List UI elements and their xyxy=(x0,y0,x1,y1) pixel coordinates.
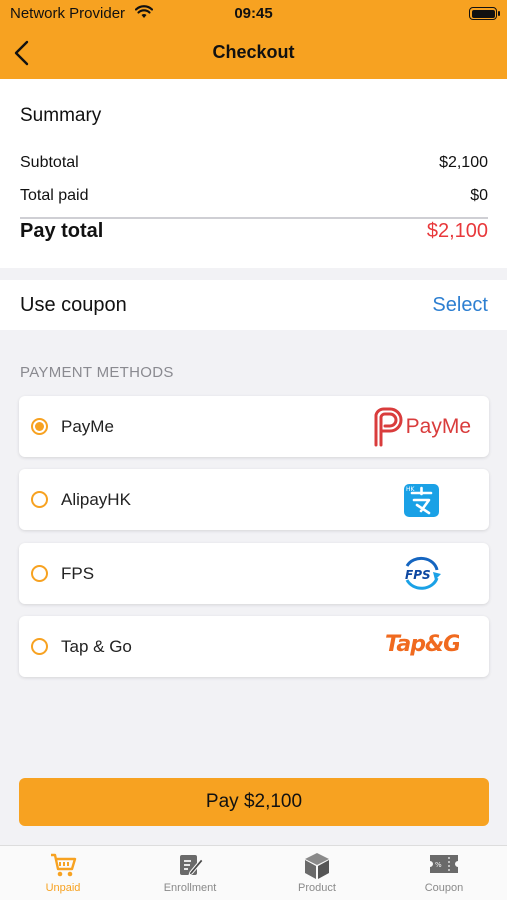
coupon-label: Use coupon xyxy=(20,294,127,316)
summary-card: Summary Subtotal $2,100 Total paid $0 Pa… xyxy=(0,79,507,268)
payment-method-label: Tap & Go xyxy=(61,637,132,656)
tab-label: Enrollment xyxy=(163,882,217,894)
subtotal-value: $2,100 xyxy=(439,154,488,171)
summary-divider xyxy=(20,217,488,219)
tab-bar: Unpaid Enrollment Product % Coupon xyxy=(0,845,507,900)
coupon-row[interactable]: Use coupon Select xyxy=(0,280,507,330)
subtotal-label: Subtotal xyxy=(20,154,79,171)
svg-text:%: % xyxy=(435,861,442,869)
alipayhk-logo-icon: HK xyxy=(403,477,441,522)
clock: 09:45 xyxy=(234,5,273,22)
ticket-icon: % xyxy=(430,855,458,873)
svg-text:HK: HK xyxy=(406,486,416,493)
pay-total-label: Pay total xyxy=(20,220,104,242)
svg-text:Tap&Go: Tap&Go xyxy=(385,632,459,657)
top-bar: Network Provider 09:45 Checkout xyxy=(0,0,507,79)
summary-title: Summary xyxy=(20,105,102,126)
page-title: Checkout xyxy=(212,42,295,62)
total-paid-row: Total paid $0 xyxy=(20,187,488,205)
tab-product[interactable]: Product xyxy=(254,846,380,900)
tab-coupon[interactable]: % Coupon xyxy=(381,846,507,900)
box-icon xyxy=(305,853,329,879)
coupon-select-link[interactable]: Select xyxy=(432,294,488,317)
nav-bar: Checkout xyxy=(0,28,507,79)
payment-method-tapngo[interactable]: Tap & Go Tap&Go xyxy=(19,616,489,677)
payme-logo-icon: PayMe xyxy=(370,404,471,449)
status-bar: Network Provider 09:45 xyxy=(0,0,507,28)
pay-button[interactable]: Pay $2,100 xyxy=(19,778,489,826)
radio-unselected[interactable] xyxy=(31,638,48,655)
payment-method-label: PayMe xyxy=(61,417,114,436)
tab-enrollment[interactable]: Enrollment xyxy=(127,846,253,900)
pay-total-row: Pay total $2,100 xyxy=(20,220,488,243)
cart-icon xyxy=(51,853,77,877)
svg-text:FPS: FPS xyxy=(405,568,431,582)
tapngo-logo-icon: Tap&Go xyxy=(385,624,459,669)
payme-logo-text: PayMe xyxy=(405,414,471,438)
total-paid-value: $0 xyxy=(470,187,488,204)
battery-icon xyxy=(469,7,500,20)
payment-method-payme[interactable]: PayMe PayMe xyxy=(19,396,489,457)
payment-method-alipayhk[interactable]: AlipayHK HK xyxy=(19,469,489,530)
payment-method-label: FPS xyxy=(61,564,95,583)
payment-method-fps[interactable]: FPS FPS xyxy=(19,543,489,604)
radio-unselected[interactable] xyxy=(31,491,48,508)
edit-document-icon xyxy=(180,855,204,876)
total-paid-label: Total paid xyxy=(20,187,89,204)
tab-label: Coupon xyxy=(424,882,464,894)
subtotal-row: Subtotal $2,100 xyxy=(20,154,488,172)
pay-total-value: $2,100 xyxy=(426,220,488,242)
radio-selected[interactable] xyxy=(31,418,48,435)
payment-method-label: AlipayHK xyxy=(61,490,131,509)
fps-logo-icon: FPS xyxy=(399,551,443,596)
tab-unpaid[interactable]: Unpaid xyxy=(0,846,126,900)
payment-methods-header: PAYMENT METHODS xyxy=(20,364,174,381)
tab-label: Unpaid xyxy=(45,882,81,894)
tab-label: Product xyxy=(298,882,336,894)
radio-unselected[interactable] xyxy=(31,565,48,582)
